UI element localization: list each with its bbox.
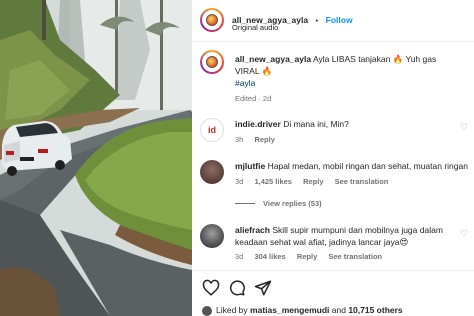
comment-meta: 3d 304 likes Reply See translation [235,252,391,261]
comment-avatar[interactable] [200,160,224,184]
share-icon[interactable] [254,279,272,297]
caption-hashtag[interactable]: #ayla [235,77,462,89]
comment-like-heart-icon[interactable]: ♡ [460,122,468,133]
post-sidebar: all_new_agya_ayla • Follow Original audi… [192,0,474,316]
comment-avatar[interactable] [200,224,224,248]
comment-username[interactable]: mjlutfie [235,161,265,171]
caption-username[interactable]: all_new_agya_ayla [235,54,311,64]
author-avatar[interactable] [200,8,224,32]
comment-text: Di mana ini, Min? [283,119,349,129]
comment-meta: 3h Reply [235,135,284,144]
comment-text-block: indie.driver Di mana ini, Min? [235,118,462,130]
comment-likes[interactable]: 1,425 likes [254,177,292,186]
liked-by-middle: and [329,305,349,315]
reply-button[interactable]: Reply [254,135,274,144]
caption-text-block: all_new_agya_ayla Ayla LIBAS tanjakan 🔥 … [235,53,462,77]
audio-label[interactable]: Original audio [232,23,278,32]
comment-likes[interactable]: 304 likes [254,252,285,261]
liked-by-prefix: Liked by [216,305,251,315]
replies-divider [235,203,255,204]
post-action-bar [192,270,474,300]
post-video-frame[interactable] [0,0,192,316]
comment-time: 3d [235,177,244,186]
comment-avatar[interactable]: id [200,118,224,142]
comment-text: Hapal medan, mobil ringan dan sehat, mua… [267,161,468,171]
separator-dot: • [315,16,319,25]
comment-meta: 3d 1,425 likes Reply See translation [235,177,397,186]
view-replies-button[interactable]: View replies (53) [235,199,322,208]
comment-time: 3d [235,252,244,261]
comment-text-block: mjlutfie Hapal medan, mobil ringan dan s… [235,160,474,172]
comment-time: 3h [235,135,244,144]
liker-username[interactable]: matias_mengemudi [250,305,329,315]
scene-illustration [0,0,192,316]
see-translation-button[interactable]: See translation [328,252,382,261]
comment-username[interactable]: indie.driver [235,119,281,129]
liked-by-line: Liked by matias_mengemudi and 10,715 oth… [202,305,403,316]
liker-avatar[interactable] [202,305,212,316]
follow-button[interactable]: Follow [326,15,353,25]
comment-like-heart-icon[interactable]: ♡ [460,228,468,239]
likes-count[interactable]: 10,715 others [348,305,402,315]
see-translation-button[interactable]: See translation [335,177,389,186]
caption-avatar[interactable] [200,50,224,74]
caption-edited: Edited · 2d [235,94,272,103]
post-header: all_new_agya_ayla • Follow Original audi… [192,0,474,42]
view-replies-label[interactable]: View replies (53) [263,199,322,208]
comment-text-block: aliefrach Skill supir mumpuni dan mobiln… [235,224,462,248]
comment-username[interactable]: aliefrach [235,225,270,235]
heart-icon[interactable] [202,279,220,297]
comment-icon[interactable] [228,279,246,297]
reply-button[interactable]: Reply [303,177,323,186]
reply-button[interactable]: Reply [297,252,317,261]
